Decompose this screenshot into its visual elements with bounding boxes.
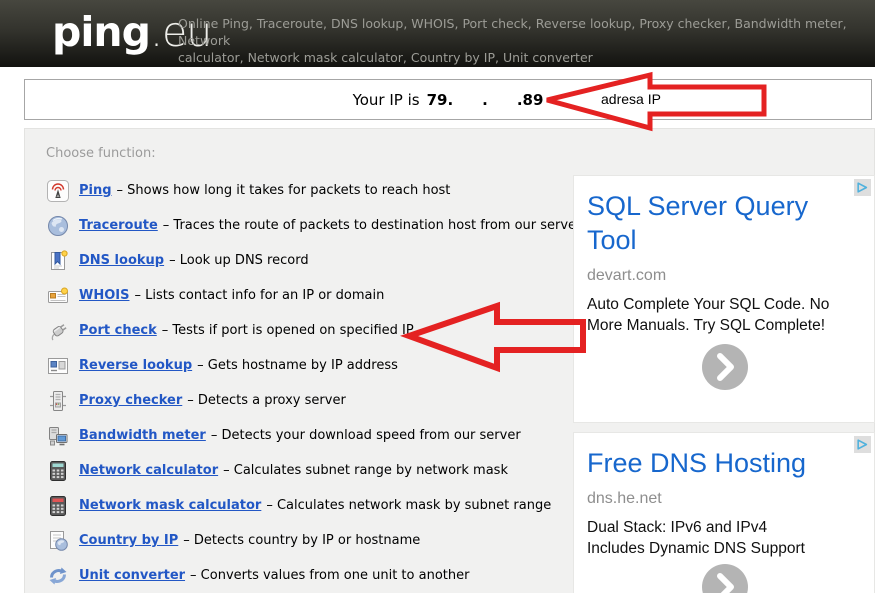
- ad-body-line2: Includes Dynamic DNS Support: [587, 538, 874, 559]
- ad-body-line1: Auto Complete Your SQL Code. No: [587, 294, 874, 315]
- dns-lookup-book-icon: [46, 249, 70, 273]
- ad-title[interactable]: SQL Server Query Tool: [587, 189, 842, 257]
- reverse-lookup-icon: [46, 354, 70, 378]
- country-by-ip-link[interactable]: Country by IP: [79, 533, 178, 548]
- ping-description: – Shows how long it takes for packets to…: [117, 183, 451, 198]
- unit-converter-description: – Converts values from one unit to anoth…: [190, 568, 469, 583]
- country-by-ip-icon: [46, 529, 70, 553]
- whois-id-card-icon: [46, 284, 70, 308]
- bandwidth-meter-link[interactable]: Bandwidth meter: [79, 428, 206, 443]
- traceroute-globe-icon: [46, 214, 70, 238]
- dns-lookup-link[interactable]: DNS lookup: [79, 253, 164, 268]
- network-mask-calculator-link[interactable]: Network mask calculator: [79, 498, 261, 513]
- ad-chevron-button[interactable]: [702, 564, 748, 593]
- dns-lookup-description: – Look up DNS record: [169, 253, 308, 268]
- ad-domain: dns.he.net: [587, 490, 874, 508]
- logo-ping-text: ping: [52, 8, 150, 56]
- proxy-checker-link[interactable]: Proxy checker: [79, 393, 182, 408]
- reverse-lookup-link[interactable]: Reverse lookup: [79, 358, 192, 373]
- ad-free-dns-hosting[interactable]: Free DNS Hosting dns.he.net Dual Stack: …: [573, 432, 875, 593]
- ip-octet-separator: .: [482, 91, 488, 109]
- port-check-plug-icon: [46, 319, 70, 343]
- site-header: ping.eu Online Ping, Traceroute, DNS loo…: [0, 0, 875, 67]
- port-check-link[interactable]: Port check: [79, 323, 157, 338]
- site-tagline-line2: calculator, Network mask calculator, Cou…: [178, 49, 875, 66]
- adchoices-icon[interactable]: [854, 179, 871, 196]
- ip-octet-1: 79.: [427, 91, 454, 109]
- traceroute-link[interactable]: Traceroute: [79, 218, 158, 233]
- ping-link[interactable]: Ping: [79, 183, 112, 198]
- ip-annotation-text: adresa IP: [601, 91, 661, 107]
- choose-function-heading: Choose function:: [46, 146, 874, 161]
- adchoices-icon[interactable]: [854, 436, 871, 453]
- network-calculator-icon: [46, 459, 70, 483]
- network-calculator-description: – Calculates subnet range by network mas…: [223, 463, 508, 478]
- site-tagline: Online Ping, Traceroute, DNS lookup, WHO…: [178, 15, 875, 66]
- ad-body-line1: Dual Stack: IPv6 and IPv4: [587, 517, 874, 538]
- network-calculator-link[interactable]: Network calculator: [79, 463, 218, 478]
- whois-description: – Lists contact info for an IP or domain: [134, 288, 384, 303]
- network-mask-calculator-icon: [46, 494, 70, 518]
- ping-eu-page: ping.eu Online Ping, Traceroute, DNS loo…: [0, 0, 875, 593]
- unit-converter-arrows-icon: [46, 564, 70, 588]
- ad-body: Dual Stack: IPv6 and IPv4 Includes Dynam…: [587, 517, 874, 559]
- ad-title[interactable]: Free DNS Hosting: [587, 446, 842, 480]
- ad-sql-server-query-tool[interactable]: SQL Server Query Tool devart.com Auto Co…: [573, 175, 875, 423]
- ip-octet-4: .89: [517, 91, 544, 109]
- your-ip-banner: Your IP is 79. . .89: [24, 79, 872, 120]
- network-mask-calculator-description: – Calculates network mask by subnet rang…: [266, 498, 551, 513]
- bandwidth-meter-description: – Detects your download speed from our s…: [211, 428, 521, 443]
- traceroute-description: – Traces the route of packets to destina…: [163, 218, 582, 233]
- country-by-ip-description: – Detects country by IP or hostname: [183, 533, 420, 548]
- proxy-checker-server-icon: [46, 389, 70, 413]
- port-check-description: – Tests if port is opened on specified I…: [162, 323, 414, 338]
- ad-chevron-button[interactable]: [702, 344, 748, 390]
- ad-body: Auto Complete Your SQL Code. No More Man…: [587, 294, 874, 336]
- your-ip-label: Your IP is: [353, 91, 420, 109]
- bandwidth-meter-computers-icon: [46, 424, 70, 448]
- unit-converter-link[interactable]: Unit converter: [79, 568, 185, 583]
- site-tagline-line1: Online Ping, Traceroute, DNS lookup, WHO…: [178, 15, 875, 49]
- ad-body-line2: More Manuals. Try SQL Complete!: [587, 315, 874, 336]
- ping-icon: [46, 179, 70, 203]
- reverse-lookup-description: – Gets hostname by IP address: [197, 358, 398, 373]
- proxy-checker-description: – Detects a proxy server: [187, 393, 346, 408]
- whois-link[interactable]: WHOIS: [79, 288, 129, 303]
- ad-domain: devart.com: [587, 267, 874, 285]
